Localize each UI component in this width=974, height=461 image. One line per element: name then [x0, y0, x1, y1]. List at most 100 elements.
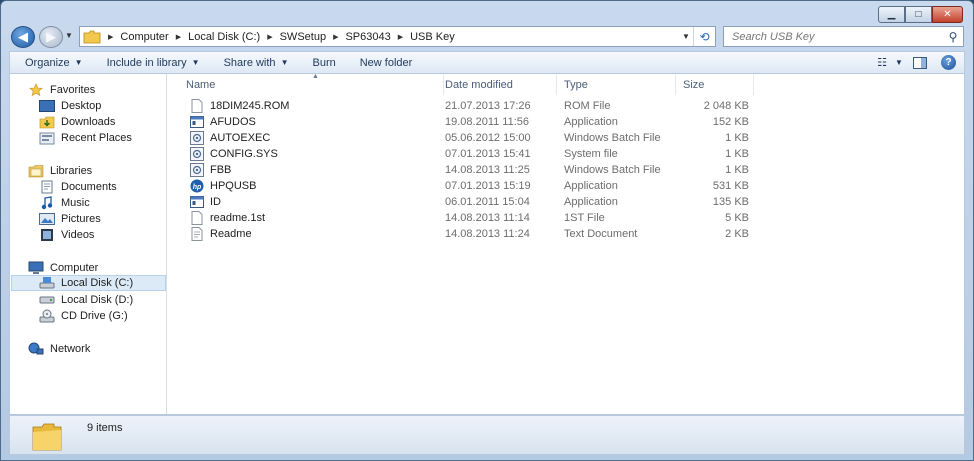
folder-icon — [83, 30, 101, 44]
table-row[interactable]: FBB 14.08.2013 11:25 Windows Batch File … — [168, 162, 758, 178]
system-drive-icon — [39, 276, 55, 290]
sidebar-item-local-disk-d[interactable]: Local Disk (D:) — [39, 292, 133, 308]
music-icon — [39, 196, 55, 210]
column-header-label: Type — [564, 78, 588, 91]
sidebar-item-videos[interactable]: Videos — [39, 227, 94, 243]
videos-icon — [39, 228, 55, 242]
organize-label: Organize — [25, 56, 70, 69]
breadcrumb-separator-icon[interactable]: ▶ — [333, 33, 338, 41]
sidebar-item-music[interactable]: Music — [39, 195, 90, 211]
sidebar-item-network[interactable]: Network — [28, 341, 90, 357]
burn-button[interactable]: Burn — [303, 52, 344, 73]
search-input[interactable] — [732, 30, 943, 43]
sidebar-label: Music — [61, 197, 90, 209]
file-list[interactable]: Name ▲ Date modified Type Size 18DIM245.… — [168, 73, 964, 414]
table-row[interactable]: 18DIM245.ROM 21.07.2013 17:26 ROM File 2… — [168, 98, 758, 114]
sidebar-item-favorites[interactable]: Favorites — [28, 82, 95, 98]
date-modified-cell: 06.01.2011 15:04 — [445, 196, 530, 208]
breadcrumb-local-disk-c[interactable]: Local Disk (C:) — [188, 31, 260, 43]
column-header-name[interactable]: Name ▲ — [179, 73, 444, 95]
breadcrumb-usb-key[interactable]: USB Key — [410, 31, 455, 43]
date-modified-cell: 14.08.2013 11:14 — [445, 212, 530, 224]
date-modified-cell: 14.08.2013 11:24 — [445, 228, 530, 240]
sidebar-item-cd-drive-g[interactable]: CD Drive (G:) — [39, 308, 128, 324]
type-cell: ROM File — [564, 100, 611, 112]
application-icon — [190, 195, 204, 209]
table-row[interactable]: hp HPQUSB 07.01.2013 15:19 Application 53… — [168, 178, 758, 194]
sidebar-item-downloads[interactable]: Downloads — [39, 114, 115, 130]
include-in-library-menu[interactable]: Include in library ▼ — [98, 52, 209, 73]
svg-text:hp: hp — [193, 184, 202, 191]
search-icon[interactable]: ⚲ — [943, 30, 963, 44]
back-button[interactable]: ◀ — [11, 26, 35, 48]
refresh-icon[interactable]: ⟲ — [693, 27, 715, 46]
sidebar-item-documents[interactable]: Documents — [39, 179, 117, 195]
file-name: HPQUSB — [210, 180, 257, 192]
date-modified-cell: 19.08.2011 11:56 — [445, 116, 530, 128]
help-icon[interactable]: ? — [941, 55, 956, 70]
title-bar[interactable]: ▁ □ ✕ — [1, 1, 973, 25]
star-icon — [28, 83, 44, 97]
table-row[interactable]: ID 06.01.2011 15:04 Application 135 KB — [168, 194, 758, 210]
table-row[interactable]: AFUDOS 19.08.2011 11:56 Application 152 … — [168, 114, 758, 130]
breadcrumb-separator-icon[interactable]: ▶ — [108, 33, 113, 41]
close-button[interactable]: ✕ — [932, 6, 963, 23]
organize-menu[interactable]: Organize ▼ — [16, 52, 92, 73]
breadcrumb-sp63043[interactable]: SP63043 — [345, 31, 390, 43]
maximize-button[interactable]: □ — [905, 6, 932, 23]
minimize-button[interactable]: ▁ — [878, 6, 905, 23]
downloads-icon — [39, 115, 55, 129]
sidebar-item-libraries[interactable]: Libraries — [28, 163, 92, 179]
chevron-down-icon: ▼ — [191, 58, 200, 67]
date-modified-cell: 14.08.2013 11:25 — [445, 164, 530, 176]
breadcrumb-computer[interactable]: Computer — [120, 31, 168, 43]
change-view-icon[interactable]: ☷ ▼ — [875, 56, 905, 69]
breadcrumb-separator-icon[interactable]: ▶ — [267, 33, 272, 41]
sidebar-item-local-disk-c[interactable]: Local Disk (C:) — [11, 275, 166, 291]
text-document-icon — [190, 227, 204, 241]
column-header-type[interactable]: Type — [557, 74, 676, 95]
sidebar-label: Recent Places — [61, 132, 132, 144]
sidebar-item-pictures[interactable]: Pictures — [39, 211, 101, 227]
sidebar-item-computer[interactable]: Computer — [28, 260, 98, 276]
breadcrumb-separator-icon[interactable]: ▶ — [398, 33, 403, 41]
date-modified-cell: 07.01.2013 15:19 — [445, 180, 531, 192]
sidebar-label: Favorites — [50, 84, 96, 96]
sidebar-label: Network — [50, 343, 91, 355]
navigation-pane[interactable]: Favorites Desktop Downloads Recent Place… — [10, 74, 167, 414]
column-header-date-modified[interactable]: Date modified — [438, 74, 557, 95]
item-count: 9 items — [87, 422, 123, 434]
column-header-size[interactable]: Size — [676, 74, 754, 95]
new-folder-button[interactable]: New folder — [351, 52, 422, 73]
date-modified-cell: 05.06.2012 15:00 — [445, 132, 531, 144]
document-icon — [190, 211, 204, 225]
document-icon — [190, 99, 204, 113]
file-name-cell: AUTOEXEC — [190, 130, 270, 146]
file-name-cell: 18DIM245.ROM — [190, 98, 289, 114]
type-cell: Windows Batch File — [564, 132, 661, 144]
network-icon — [28, 342, 44, 356]
main-content: Favorites Desktop Downloads Recent Place… — [9, 73, 965, 415]
share-with-menu[interactable]: Share with ▼ — [215, 52, 298, 73]
preview-pane-icon[interactable] — [905, 56, 935, 69]
table-row[interactable]: AUTOEXEC 05.06.2012 15:00 Windows Batch … — [168, 130, 758, 146]
size-cell: 5 KB — [725, 212, 749, 224]
navigation-bar: ◀ ▶ ▼ ▶ Computer ▶ Local Disk (C:) ▶ SWS… — [1, 25, 973, 49]
file-name-cell: AFUDOS — [190, 114, 256, 130]
breadcrumb-separator-icon[interactable]: ▶ — [176, 33, 181, 41]
address-history-dropdown[interactable]: ▼ — [679, 32, 693, 41]
address-bar[interactable]: ▶ Computer ▶ Local Disk (C:) ▶ SWSetup ▶… — [79, 26, 716, 47]
file-name-cell: ID — [190, 194, 221, 210]
table-row[interactable]: Readme 14.08.2013 11:24 Text Document 2 … — [168, 226, 758, 242]
sidebar-item-recent-places[interactable]: Recent Places — [39, 130, 132, 146]
table-row[interactable]: readme.1st 14.08.2013 11:14 1ST File 5 K… — [168, 210, 758, 226]
command-toolbar: Organize ▼ Include in library ▼ Share with… — [9, 51, 965, 73]
file-name-cell: Readme — [190, 226, 252, 242]
breadcrumb-swsetup[interactable]: SWSetup — [280, 31, 326, 43]
sidebar-label: Pictures — [61, 213, 101, 225]
forward-button[interactable]: ▶ — [39, 26, 63, 48]
sidebar-label: Downloads — [61, 116, 116, 128]
sidebar-item-desktop[interactable]: Desktop — [39, 98, 101, 114]
recent-pages-dropdown[interactable]: ▼ — [65, 31, 77, 43]
table-row[interactable]: CONFIG.SYS 07.01.2013 15:41 System file … — [168, 146, 758, 162]
